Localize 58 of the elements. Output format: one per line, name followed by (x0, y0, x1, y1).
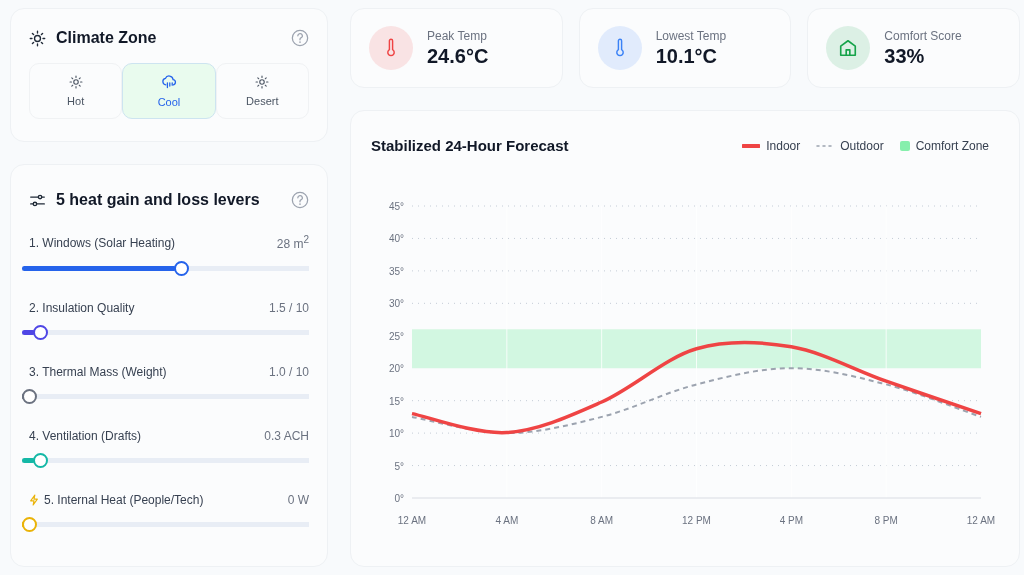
slider-label: 4. Ventilation (Drafts) (29, 429, 143, 443)
stat-value: 10.1°C (655, 44, 719, 68)
y-tick-label: 40° (388, 233, 404, 245)
legend-label: Comfort Zone (915, 138, 989, 153)
slider-thumb[interactable] (22, 517, 37, 532)
legend-line-icon (816, 142, 835, 149)
x-tick-label: 8 PM (874, 515, 898, 526)
panel-title: Climate Zone (56, 29, 158, 47)
y-tick-label: 0° (394, 493, 404, 504)
slider-thumb[interactable] (174, 261, 190, 276)
stat-value: 24.6°C (427, 44, 489, 68)
slider-label: 3. Thermal Mass (Weight) (29, 365, 168, 379)
legend-label: Indoor (766, 138, 801, 153)
slider-reading: 0 W (287, 493, 309, 507)
slider-reading: 1.0 / 10 (268, 365, 309, 379)
slider-thumb[interactable] (22, 389, 37, 404)
slider-thumb[interactable] (32, 325, 48, 340)
slider-label: 1. Windows (Solar Heating) (29, 235, 177, 250)
x-tick-label: 4 AM (495, 515, 519, 526)
y-tick-label: 20° (388, 363, 404, 375)
y-tick-label: 10° (388, 428, 404, 440)
cloud-rain-icon (161, 74, 177, 90)
legend-label: Outdoor (840, 138, 884, 153)
help-icon[interactable] (291, 191, 309, 209)
y-tick-label: 35° (388, 265, 404, 277)
sun-icon (29, 29, 46, 47)
y-tick-label: 25° (388, 330, 404, 342)
slider-label: 2. Insulation Quality (29, 301, 136, 315)
x-tick-label: 4 PM (779, 515, 803, 526)
slider-reading: 28 m$^{2}$ (276, 234, 309, 251)
sun-icon (255, 75, 270, 89)
chart-title: Stabilized 24-Hour Forecast (371, 137, 570, 154)
sun-icon (68, 75, 83, 89)
panel-title: 5 heat gain and loss levers (56, 191, 261, 209)
x-tick-label: 12 PM (682, 515, 711, 526)
house-icon (838, 38, 859, 58)
y-tick-label: 15° (388, 395, 404, 407)
climate-option[interactable]: Hot (29, 63, 123, 119)
slider-reading: 1.5 / 10 (268, 301, 309, 315)
y-tick-label: 30° (388, 298, 404, 310)
legend-swatch (899, 140, 910, 151)
x-tick-label: 12 AM (397, 515, 427, 526)
legend-line-icon (742, 142, 761, 149)
stat-label: Lowest Temp (655, 28, 727, 43)
x-tick-label: 12 AM (966, 515, 996, 526)
y-tick-label: 45° (388, 201, 404, 212)
y-tick-label: 5° (394, 460, 404, 472)
stat-label: Comfort Score (884, 28, 962, 43)
stat-value: 33% (884, 44, 926, 68)
x-tick-label: 8 AM (590, 515, 614, 526)
climate-option[interactable]: Cool (122, 63, 216, 119)
help-icon[interactable] (291, 29, 309, 47)
lightning-icon (29, 494, 39, 506)
stat-label: Peak Temp (427, 28, 488, 43)
slider-thumb[interactable] (32, 453, 48, 468)
slider-label: 5. Internal Heat (People/Tech) (44, 493, 205, 507)
slider-reading: 0.3 ACH (264, 429, 309, 443)
climate-option[interactable]: Desert (215, 63, 309, 119)
